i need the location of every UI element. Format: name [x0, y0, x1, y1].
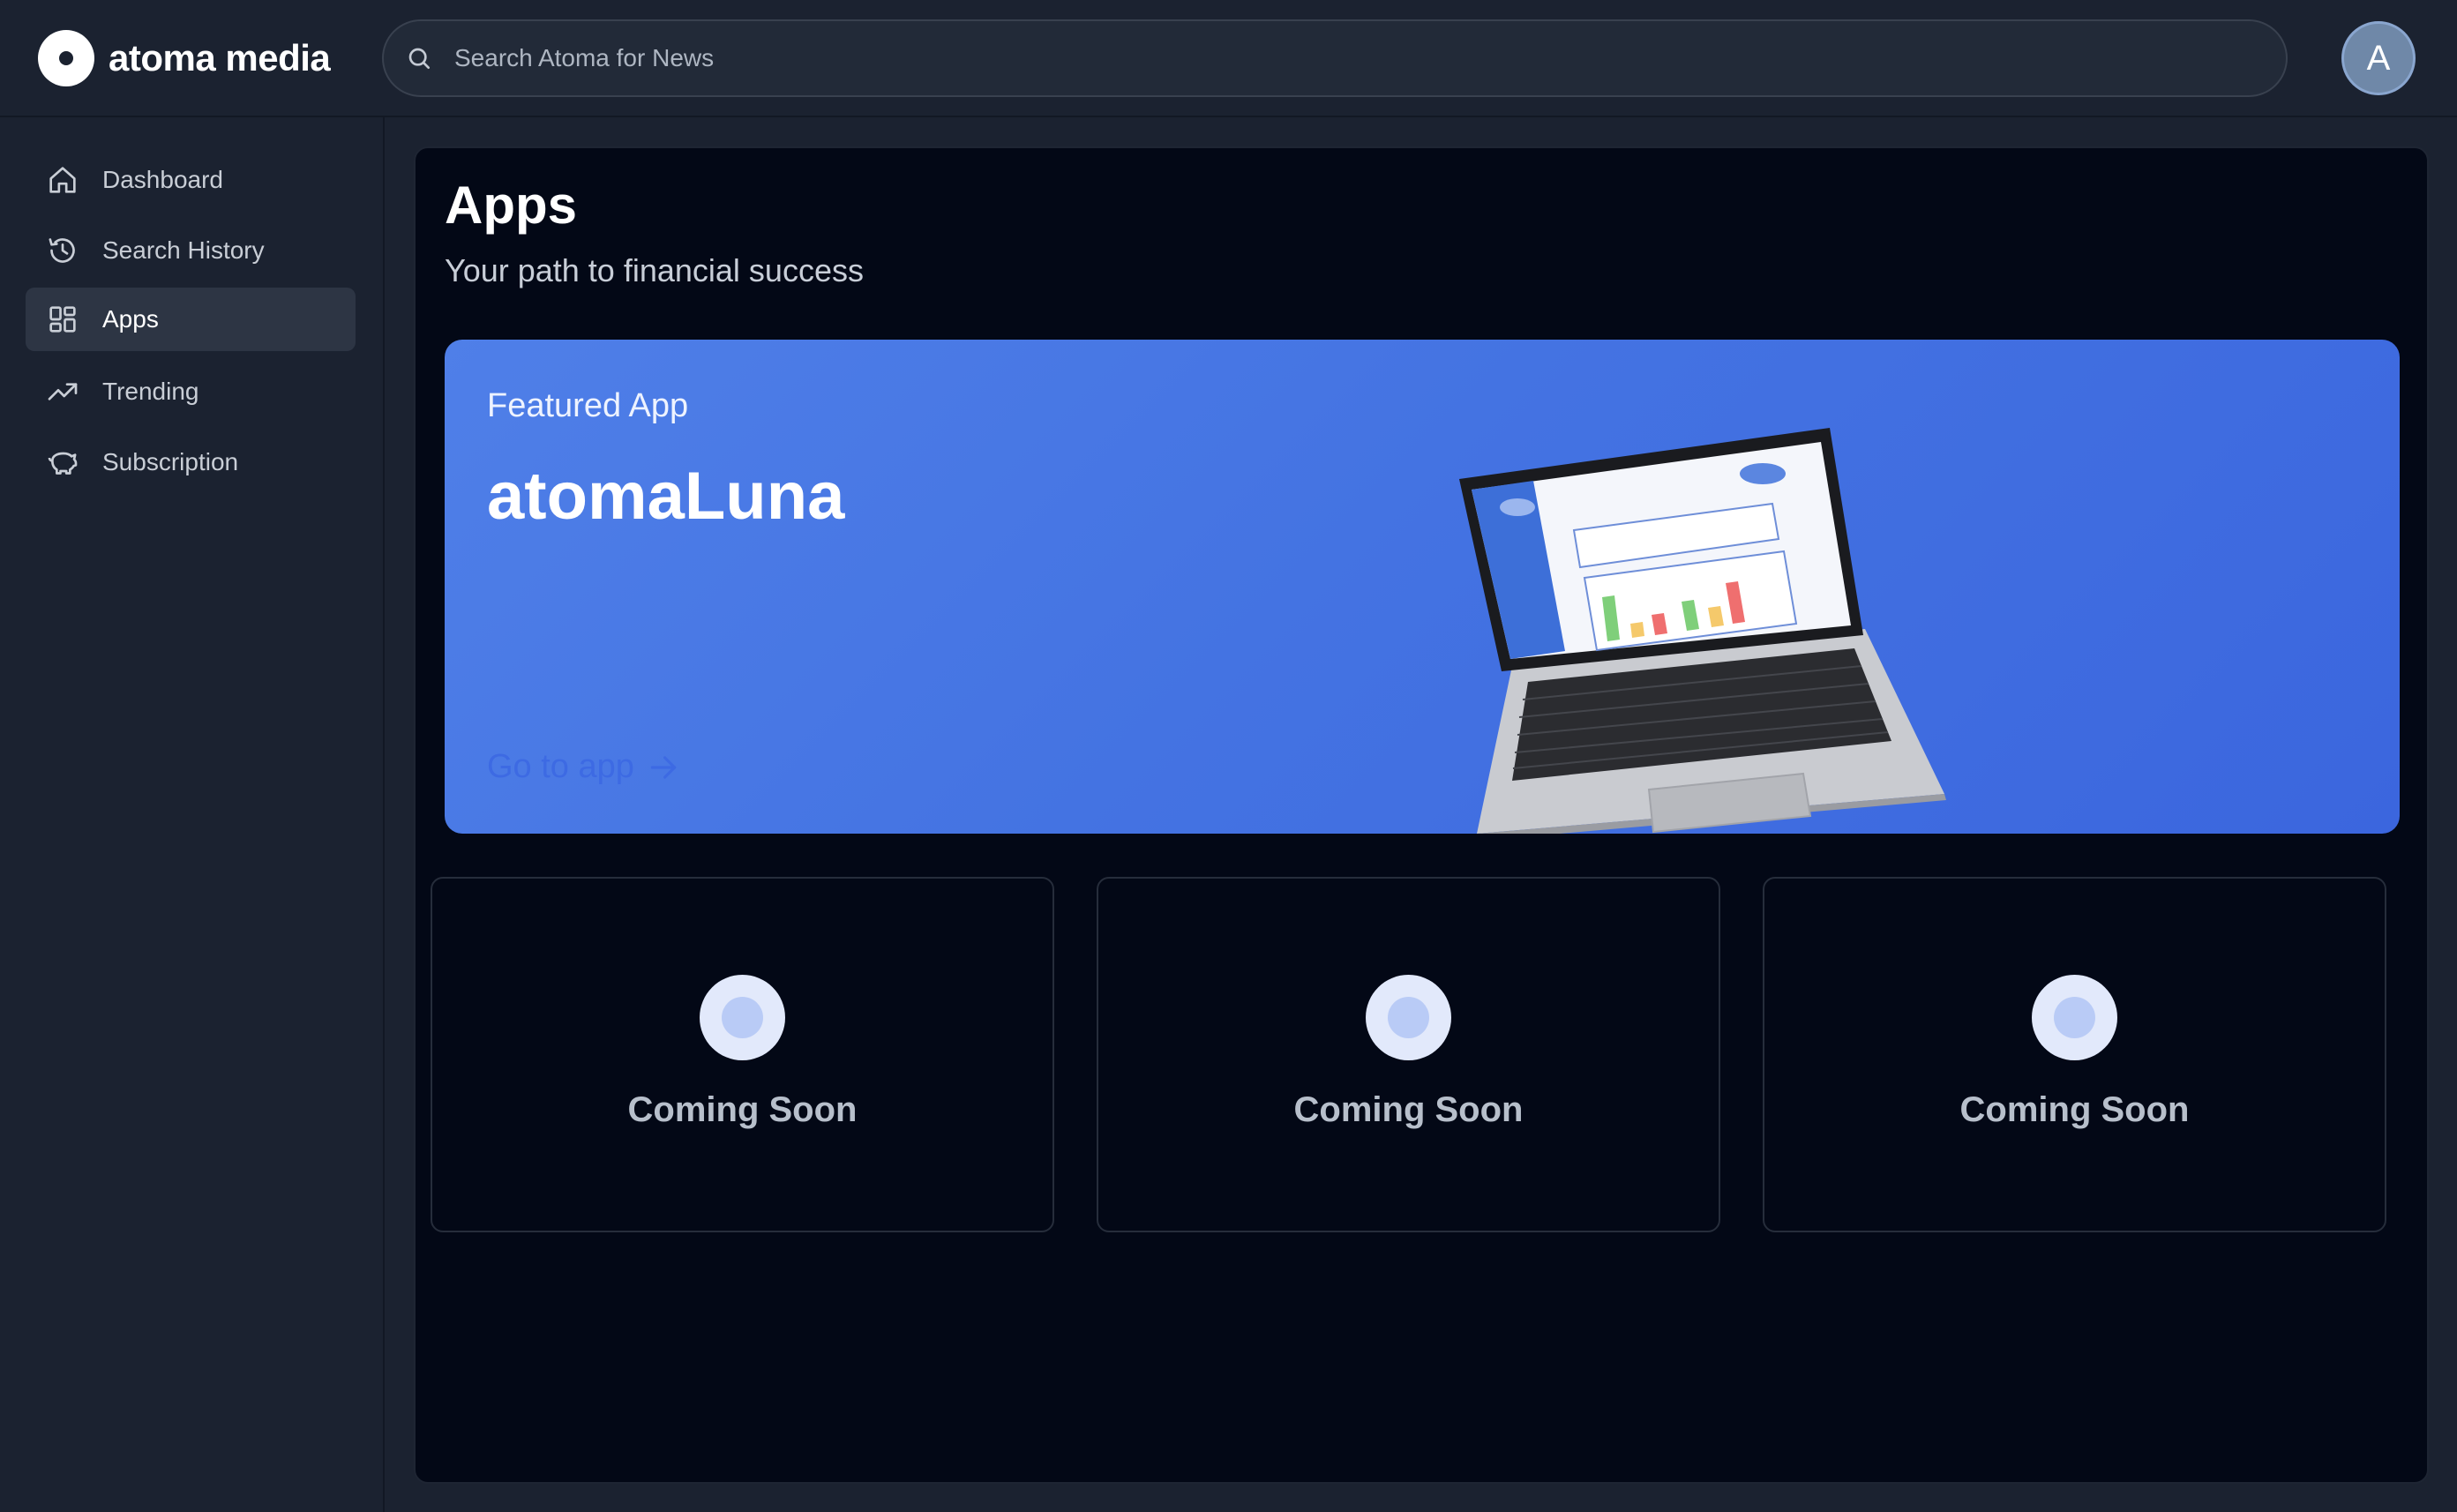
- sidebar-item-trending[interactable]: Trending: [26, 360, 356, 423]
- sidebar-item-label: Apps: [102, 305, 159, 333]
- top-bar: atoma media A: [0, 0, 2457, 117]
- coming-soon-card: Coming Soon: [431, 877, 1054, 1232]
- coming-soon-card: Coming Soon: [1097, 877, 1720, 1232]
- sidebar-item-label: Search History: [102, 236, 265, 264]
- coming-soon-icon: [1366, 975, 1451, 1060]
- search-bar[interactable]: [382, 19, 2288, 97]
- go-to-app-link[interactable]: Go to app: [487, 748, 680, 786]
- sidebar: Dashboard Search History Apps Trending S…: [0, 117, 385, 1512]
- home-icon: [49, 167, 76, 193]
- sidebar-item-subscription[interactable]: Subscription: [26, 430, 356, 494]
- trending-icon: [48, 383, 78, 400]
- logo-text: atoma media: [109, 37, 331, 79]
- coming-soon-label: Coming Soon: [1293, 1090, 1524, 1129]
- grid-icon: [49, 306, 76, 333]
- go-to-app-label: Go to app: [487, 748, 634, 785]
- coming-soon-label: Coming Soon: [627, 1090, 858, 1129]
- page-title: Apps: [445, 176, 577, 235]
- piggy-bank-icon: [48, 452, 78, 475]
- laptop-illustration: [1459, 428, 1946, 834]
- sidebar-item-label: Subscription: [102, 448, 239, 475]
- logo-icon: [38, 30, 94, 86]
- coming-soon-icon: [2032, 975, 2117, 1060]
- search-input[interactable]: [453, 43, 2286, 73]
- coming-soon-label: Coming Soon: [1959, 1090, 2190, 1129]
- featured-app-banner[interactable]: Featured App atomaLuna Go to app: [445, 340, 2400, 834]
- avatar[interactable]: A: [2341, 21, 2416, 95]
- sidebar-item-label: Trending: [102, 378, 199, 405]
- history-icon: [49, 238, 75, 263]
- sidebar-item-apps[interactable]: Apps: [26, 288, 356, 351]
- coming-soon-icon: [700, 975, 785, 1060]
- page-subtitle: Your path to financial success: [445, 252, 864, 288]
- logo[interactable]: atoma media: [38, 30, 331, 86]
- sidebar-item-dashboard[interactable]: Dashboard: [26, 148, 356, 212]
- coming-soon-card: Coming Soon: [1763, 877, 2386, 1232]
- main-panel: Apps Your path to financial success Feat…: [414, 146, 2429, 1484]
- arrow-right-icon: [650, 755, 677, 779]
- featured-label: Featured App: [487, 387, 689, 424]
- sidebar-item-search-history[interactable]: Search History: [26, 219, 356, 282]
- sidebar-item-label: Dashboard: [102, 166, 223, 193]
- featured-app-name: atomaLuna: [487, 459, 845, 534]
- search-icon: [408, 48, 430, 69]
- avatar-initial: A: [2366, 38, 2391, 78]
